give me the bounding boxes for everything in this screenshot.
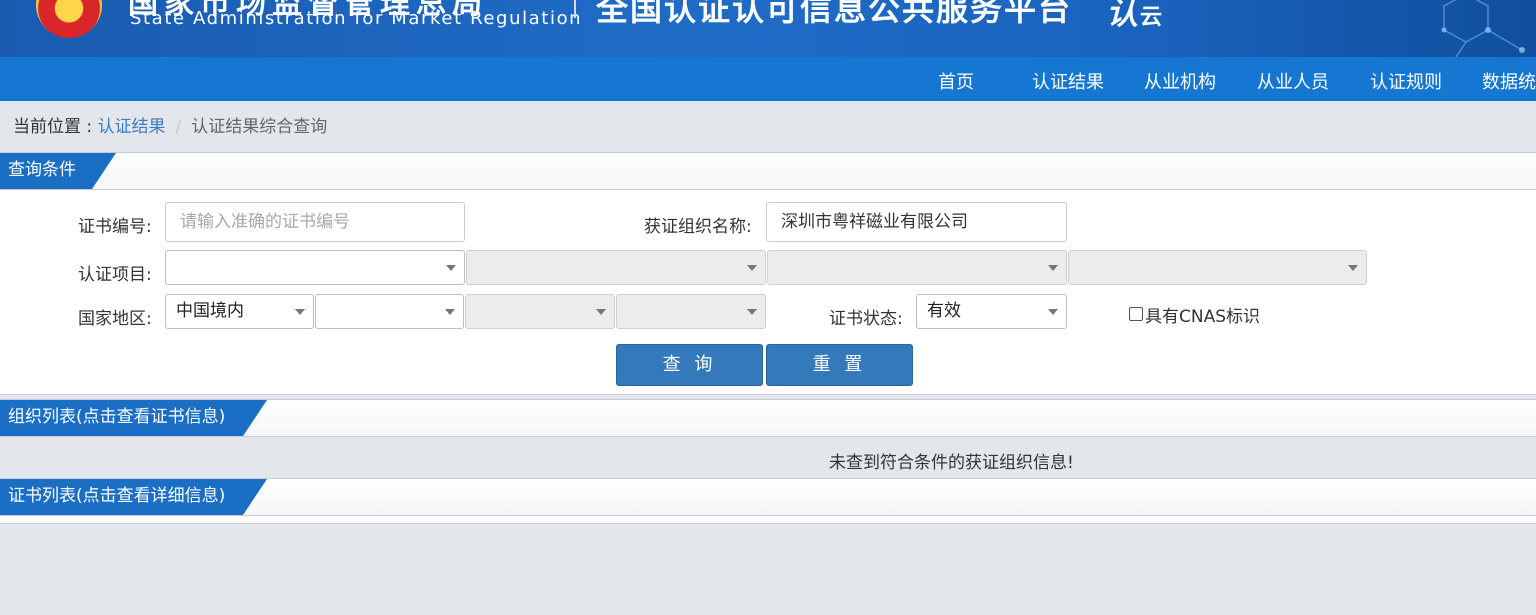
region-select-4[interactable] — [616, 294, 766, 329]
region-select-2[interactable] — [315, 294, 464, 329]
reset-button[interactable]: 重 置 — [766, 344, 913, 386]
chevron-down-icon — [1348, 265, 1358, 271]
query-form: 证书编号: 请输入准确的证书编号 获证组织名称: 深圳市粤祥磁业有限公司 认证项… — [0, 190, 1536, 395]
region-select-3[interactable] — [465, 294, 615, 329]
project-select-1[interactable] — [165, 250, 465, 285]
nav-item-personnel[interactable]: 从业人员 — [1257, 68, 1329, 94]
site-header-banner: 国家市场监督管理总局 State Administration for Mark… — [0, 0, 1536, 57]
query-section-header: 查询条件 — [0, 152, 1536, 190]
org-name-label: 获证组织名称: — [644, 217, 752, 237]
nav-item-statistics[interactable]: 数据统 — [1482, 68, 1536, 94]
project-select-2[interactable] — [466, 250, 766, 285]
cert-no-input[interactable]: 请输入准确的证书编号 — [165, 202, 465, 242]
platform-title: 全国认证认可信息公共服务平台 — [596, 0, 1073, 28]
platform-logo-main: 认 — [1106, 0, 1139, 32]
cnas-checkbox-label[interactable]: 具有CNAS标识 — [1129, 302, 1260, 327]
cert-list-title: 证书列表(点击查看详细信息) — [0, 479, 267, 515]
org-name-english: State Administration for Market Regulati… — [130, 8, 583, 29]
project-label: 认证项目: — [78, 265, 152, 285]
breadcrumb-prefix: 当前位置 : — [13, 117, 98, 137]
main-nav: 首页 认证结果 从业机构 从业人员 认证规则 数据统 — [0, 57, 1536, 101]
breadcrumb-current: 认证结果综合查询 — [191, 117, 328, 137]
org-list-empty-message: 未查到符合条件的获证组织信息! — [829, 453, 1074, 473]
chevron-down-icon — [1048, 265, 1058, 271]
chevron-down-icon — [747, 309, 757, 315]
nav-item-rules[interactable]: 认证规则 — [1370, 68, 1442, 94]
platform-logo: 认云 — [1106, 0, 1162, 34]
region-label: 国家地区: — [78, 309, 152, 329]
status-select-value: 有效 — [927, 301, 961, 321]
query-section-title: 查询条件 — [0, 153, 116, 189]
org-list-header: 组织列表(点击查看证书信息) — [0, 399, 1536, 437]
cert-no-label: 证书编号: — [78, 217, 152, 237]
cert-list-divider — [0, 523, 1536, 524]
chevron-down-icon — [445, 309, 455, 315]
breadcrumb: 当前位置 : 认证结果 / 认证结果综合查询 — [13, 112, 327, 137]
nav-item-institutions[interactable]: 从业机构 — [1144, 68, 1216, 94]
status-label: 证书状态: — [829, 309, 903, 329]
network-decoration-icon — [1441, 0, 1525, 57]
header-divider — [574, 0, 576, 18]
chevron-down-icon — [596, 309, 606, 315]
search-button[interactable]: 查 询 — [616, 344, 763, 386]
chevron-down-icon — [747, 265, 757, 271]
chevron-down-icon — [1048, 309, 1058, 315]
national-emblem-logo — [36, 0, 102, 38]
org-list-title: 组织列表(点击查看证书信息) — [0, 400, 267, 436]
nav-item-cert-results[interactable]: 认证结果 — [1032, 68, 1104, 94]
cnas-checkbox[interactable] — [1129, 307, 1143, 321]
chevron-down-icon — [295, 309, 305, 315]
chevron-down-icon — [446, 265, 456, 271]
project-select-3[interactable] — [767, 250, 1067, 285]
cnas-checkbox-text: 具有CNAS标识 — [1145, 307, 1261, 327]
region-select-1[interactable]: 中国境内 — [165, 294, 314, 329]
platform-logo-sub: 云 — [1140, 5, 1163, 30]
org-name-input[interactable]: 深圳市粤祥磁业有限公司 — [766, 202, 1067, 242]
breadcrumb-separator: / — [175, 117, 182, 137]
cert-list-header: 证书列表(点击查看详细信息) — [0, 478, 1536, 516]
region-select-1-value: 中国境内 — [176, 301, 244, 321]
status-select[interactable]: 有效 — [916, 294, 1067, 329]
project-select-4[interactable] — [1068, 250, 1367, 285]
nav-item-home[interactable]: 首页 — [938, 68, 974, 94]
breadcrumb-link-cert-results[interactable]: 认证结果 — [98, 117, 166, 137]
